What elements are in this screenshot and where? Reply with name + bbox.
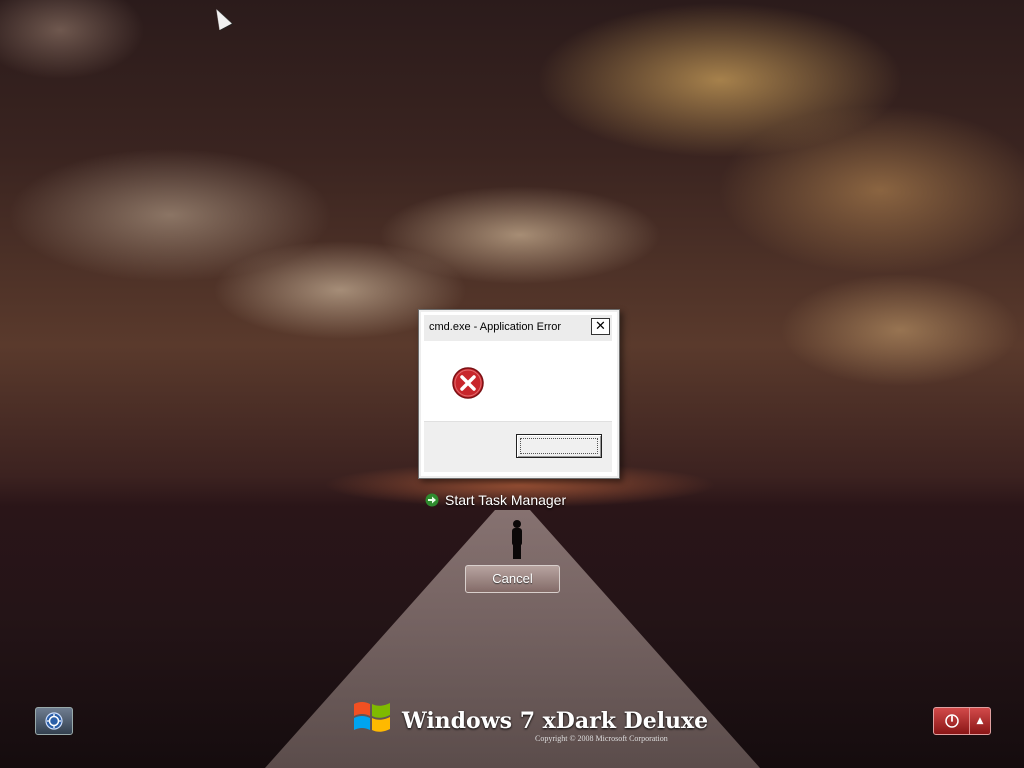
cancel-button[interactable]: Cancel xyxy=(465,565,560,593)
mouse-cursor-icon xyxy=(210,5,232,31)
ease-of-access-button[interactable] xyxy=(35,707,73,735)
green-arrow-icon xyxy=(425,493,439,507)
application-error-dialog: cmd.exe - Application Error ✕ xyxy=(418,309,620,479)
dialog-footer xyxy=(424,421,612,472)
shutdown-button-group: ▲ xyxy=(933,707,991,735)
ok-button[interactable] xyxy=(516,434,602,458)
power-button[interactable] xyxy=(934,708,970,734)
copyright-text: Copyright © 2008 Microsoft Corporation xyxy=(535,734,668,743)
chevron-up-icon: ▲ xyxy=(976,716,984,726)
start-task-manager-option[interactable]: Start Task Manager xyxy=(425,490,566,510)
dialog-titlebar: cmd.exe - Application Error ✕ xyxy=(424,315,612,341)
windows-logo-icon xyxy=(354,702,390,732)
error-icon xyxy=(452,367,484,399)
dialog-title: cmd.exe - Application Error xyxy=(429,321,562,333)
task-manager-label: Start Task Manager xyxy=(445,492,567,508)
dialog-content xyxy=(424,341,612,421)
close-button[interactable]: ✕ xyxy=(591,318,610,335)
walking-person-figure xyxy=(510,520,524,560)
power-icon xyxy=(944,714,959,728)
power-options-button[interactable]: ▲ xyxy=(970,708,990,734)
ease-of-access-icon xyxy=(45,712,63,730)
windows-branding: Windows 7 xDark Deluxe Copyright © 2008 … xyxy=(350,696,708,746)
brand-name: Windows 7 xDark Deluxe xyxy=(402,708,709,734)
